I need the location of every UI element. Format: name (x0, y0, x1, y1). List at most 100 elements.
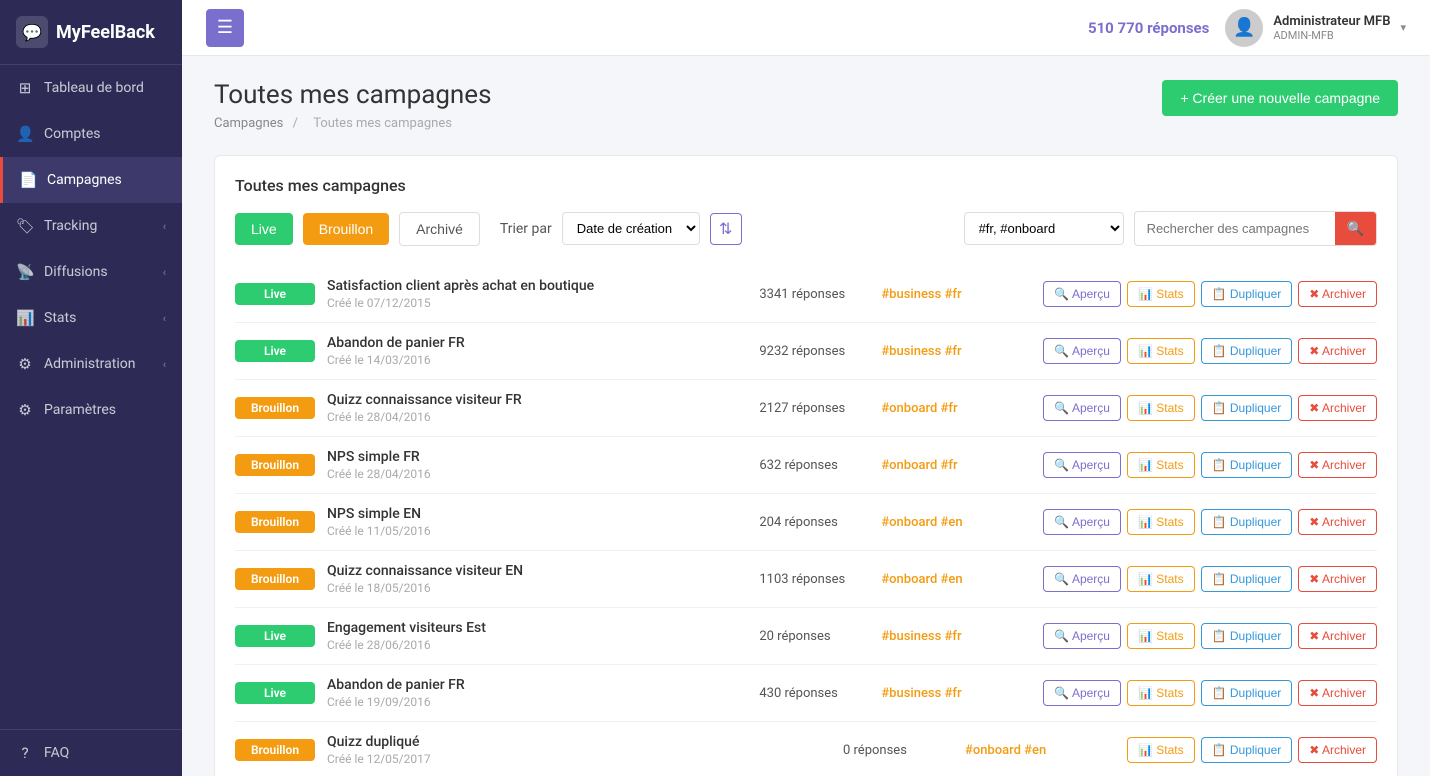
stats-button[interactable]: 📊 Stats (1127, 395, 1195, 421)
campaign-actions: 🔍 Aperçu 📊 Stats 📋 Dupliquer ✖ Archiver (1043, 623, 1377, 649)
campaign-responses: 3341 réponses (759, 287, 869, 302)
archiver-button[interactable]: ✖ Archiver (1298, 452, 1377, 478)
dupliquer-button[interactable]: 📋 Dupliquer (1201, 737, 1293, 763)
archiver-button[interactable]: ✖ Archiver (1298, 737, 1377, 763)
campaign-info: Abandon de panier FR Créé le 19/09/2016 (327, 677, 747, 709)
archiver-button[interactable]: ✖ Archiver (1298, 281, 1377, 307)
stats-button[interactable]: 📊 Stats (1127, 452, 1195, 478)
campaign-tags: #business #fr (881, 628, 1031, 644)
sidebar-item-tracking[interactable]: 🏷 Tracking ‹ (0, 203, 182, 249)
stats-button[interactable]: 📊 Stats (1127, 509, 1195, 535)
tab-brouillon-button[interactable]: Brouillon (303, 213, 389, 245)
campaign-name: Abandon de panier FR (327, 335, 747, 351)
sidebar: 💬 MyFeelBack ⊞ Tableau de bord 👤 Comptes… (0, 0, 182, 776)
apercu-button[interactable]: 🔍 Aperçu (1043, 281, 1121, 307)
sidebar-item-faq[interactable]: ? FAQ (0, 729, 182, 776)
stats-button[interactable]: 📊 Stats (1127, 623, 1195, 649)
tab-archive-button[interactable]: Archivé (399, 212, 480, 246)
settings-icon: ⚙ (16, 401, 34, 419)
sidebar-item-administration[interactable]: ⚙ Administration ‹ (0, 341, 182, 387)
campaign-name: NPS simple EN (327, 506, 747, 522)
hamburger-button[interactable]: ☰ (206, 9, 244, 47)
stats-button[interactable]: 📊 Stats (1127, 338, 1195, 364)
sidebar-item-stats[interactable]: 📊 Stats ‹ (0, 295, 182, 341)
status-badge: Live (235, 682, 315, 704)
breadcrumb-root[interactable]: Campagnes (214, 116, 283, 131)
sort-toggle-button[interactable]: ⇅ (710, 213, 742, 245)
sidebar-label-parametres: Paramètres (44, 402, 116, 418)
archiver-button[interactable]: ✖ Archiver (1298, 680, 1377, 706)
campaign-info: Quizz dupliqué Créé le 12/05/2017 (327, 734, 831, 766)
sidebar-item-parametres[interactable]: ⚙ Paramètres (0, 387, 182, 433)
stats-button[interactable]: 📊 Stats (1127, 737, 1195, 763)
dupliquer-button[interactable]: 📋 Dupliquer (1201, 623, 1293, 649)
tag: #onboard #en (881, 515, 962, 530)
table-row: Live Abandon de panier FR Créé le 19/09/… (235, 665, 1377, 722)
response-count: 510 770 réponses (1088, 19, 1209, 37)
status-badge: Brouillon (235, 511, 315, 533)
dupliquer-button[interactable]: 📋 Dupliquer (1201, 338, 1293, 364)
section-heading: Toutes mes campagnes (235, 176, 1377, 195)
app-logo[interactable]: 💬 MyFeelBack (0, 0, 182, 65)
search-wrapper: 🔍 (1134, 211, 1377, 246)
dupliquer-button[interactable]: 📋 Dupliquer (1201, 566, 1293, 592)
stats-button[interactable]: 📊 Stats (1127, 281, 1195, 307)
campaign-responses: 2127 réponses (759, 401, 869, 416)
apercu-button[interactable]: 🔍 Aperçu (1043, 395, 1121, 421)
tag-filter-select[interactable]: #fr, #onboard #fr #onboard #en #business (964, 212, 1124, 245)
campaign-date: Créé le 18/05/2016 (327, 581, 747, 595)
dupliquer-button[interactable]: 📋 Dupliquer (1201, 395, 1293, 421)
campaign-date: Créé le 19/09/2016 (327, 695, 747, 709)
dupliquer-button[interactable]: 📋 Dupliquer (1201, 509, 1293, 535)
status-badge: Live (235, 340, 315, 362)
campaign-info: Abandon de panier FR Créé le 14/03/2016 (327, 335, 747, 367)
campaign-date: Créé le 28/04/2016 (327, 410, 747, 424)
status-badge: Live (235, 625, 315, 647)
archiver-button[interactable]: ✖ Archiver (1298, 623, 1377, 649)
campaign-date: Créé le 11/05/2016 (327, 524, 747, 538)
create-campaign-button[interactable]: + Créer une nouvelle campagne (1162, 80, 1398, 116)
sidebar-label-administration: Administration (44, 356, 135, 372)
apercu-button[interactable]: 🔍 Aperçu (1043, 338, 1121, 364)
archiver-button[interactable]: ✖ Archiver (1298, 338, 1377, 364)
sidebar-label-tracking: Tracking (44, 218, 97, 234)
stats-button[interactable]: 📊 Stats (1127, 566, 1195, 592)
campaign-date: Créé le 28/04/2016 (327, 467, 747, 481)
dupliquer-button[interactable]: 📋 Dupliquer (1201, 281, 1293, 307)
sidebar-label-campagnes: Campagnes (47, 172, 122, 188)
apercu-button[interactable]: 🔍 Aperçu (1043, 452, 1121, 478)
dupliquer-button[interactable]: 📋 Dupliquer (1201, 680, 1293, 706)
sidebar-item-tableau-de-bord[interactable]: ⊞ Tableau de bord (0, 65, 182, 111)
campaign-info: Engagement visiteurs Est Créé le 28/06/2… (327, 620, 747, 652)
topbar-right: 510 770 réponses 👤 Administrateur MFB AD… (1088, 9, 1406, 47)
dupliquer-button[interactable]: 📋 Dupliquer (1201, 452, 1293, 478)
tag: #business #fr (881, 686, 961, 701)
apercu-button[interactable]: 🔍 Aperçu (1043, 623, 1121, 649)
campaign-tags: #business #fr (881, 343, 1031, 359)
sort-select[interactable]: Date de création Nom Réponses (562, 212, 700, 245)
sidebar-item-comptes[interactable]: 👤 Comptes (0, 111, 182, 157)
status-badge: Brouillon (235, 739, 315, 761)
user-info[interactable]: 👤 Administrateur MFB ADMIN-MFB ▾ (1225, 9, 1406, 47)
apercu-button[interactable]: 🔍 Aperçu (1043, 509, 1121, 535)
apercu-button[interactable]: 🔍 Aperçu (1043, 566, 1121, 592)
search-button[interactable]: 🔍 (1335, 212, 1376, 245)
apercu-button[interactable]: 🔍 Aperçu (1043, 680, 1121, 706)
archiver-button[interactable]: ✖ Archiver (1298, 395, 1377, 421)
sidebar-item-diffusions[interactable]: 📡 Diffusions ‹ (0, 249, 182, 295)
stats-button[interactable]: 📊 Stats (1127, 680, 1195, 706)
sidebar-label-comptes: Comptes (44, 126, 100, 142)
archiver-button[interactable]: ✖ Archiver (1298, 566, 1377, 592)
archiver-button[interactable]: ✖ Archiver (1298, 509, 1377, 535)
tab-live-button[interactable]: Live (235, 213, 293, 245)
campaign-date: Créé le 07/12/2015 (327, 296, 747, 310)
search-input[interactable] (1135, 214, 1335, 243)
sidebar-label-stats: Stats (44, 310, 76, 326)
sidebar-item-campagnes[interactable]: 📄 Campagnes (0, 157, 182, 203)
campaign-name: Quizz connaissance visiteur EN (327, 563, 747, 579)
table-row: Brouillon Quizz dupliqué Créé le 12/05/2… (235, 722, 1377, 776)
campaign-name: NPS simple FR (327, 449, 747, 465)
table-row: Live Satisfaction client après achat en … (235, 266, 1377, 323)
campaign-date: Créé le 14/03/2016 (327, 353, 747, 367)
content-area: Toutes mes campagnes Campagnes / Toutes … (182, 56, 1430, 776)
